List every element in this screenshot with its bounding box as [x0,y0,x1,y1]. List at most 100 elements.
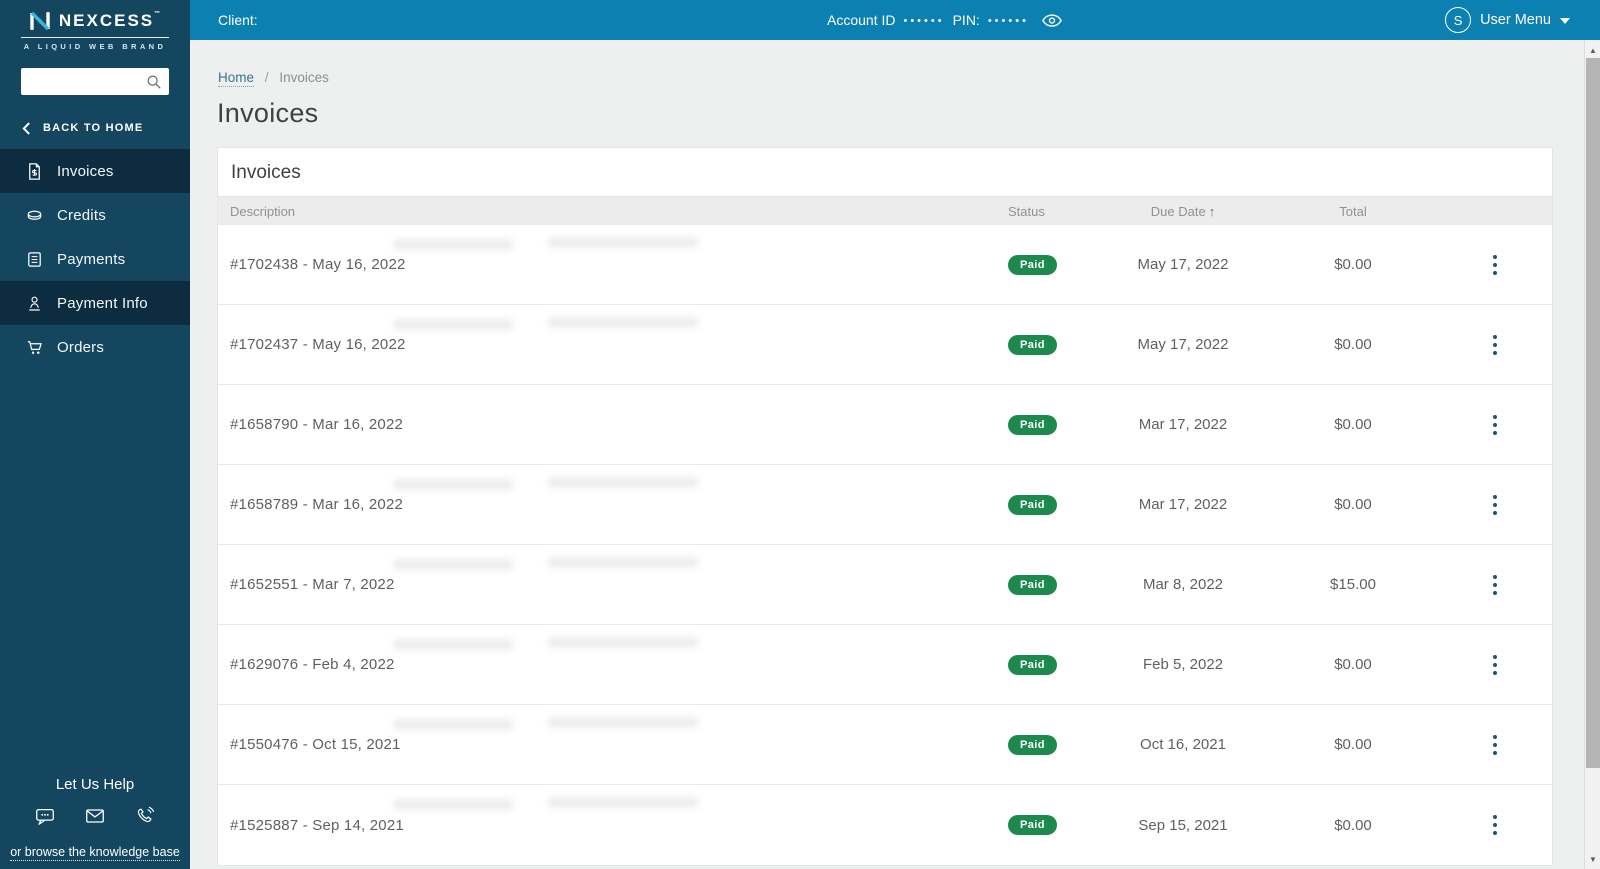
row-actions-kebab-icon[interactable] [1483,649,1507,681]
table-row[interactable]: #1702437 - May 16, 2022 Paid May 17, 202… [218,305,1552,385]
help-block: Let Us Help or browse the knowledge base [0,776,190,861]
search-input[interactable] [21,74,145,89]
column-header-description[interactable]: Description [218,204,1008,219]
invoice-description: #1652551 - Mar 7, 2022 [230,576,395,593]
invoice-due-date: Oct 16, 2021 [1140,736,1226,753]
redacted-blur [548,717,698,728]
table-row[interactable]: #1550476 - Oct 15, 2021 Paid Oct 16, 202… [218,705,1552,785]
user-menu[interactable]: S User Menu [1445,0,1570,40]
invoice-status-cell: Paid [1008,574,1098,595]
search-icon[interactable] [145,73,163,91]
table-row[interactable]: #1629076 - Feb 4, 2022 Paid Feb 5, 2022 … [218,625,1552,705]
column-header-total[interactable]: Total [1268,204,1438,219]
sidebar-item-orders[interactable]: Orders [0,325,190,369]
invoice-status-cell: Paid [1008,734,1098,755]
invoice-due-date: Mar 8, 2022 [1142,576,1224,593]
sidebar-item-payment-info[interactable]: Payment Info [0,281,190,325]
status-badge: Paid [1008,654,1057,675]
row-actions-kebab-icon[interactable] [1483,809,1507,841]
table-row[interactable]: #1658789 - Mar 16, 2022 Paid Mar 17, 202… [218,465,1552,545]
row-actions-kebab-icon[interactable] [1483,729,1507,761]
redacted-blur [548,557,698,568]
credits-icon [25,206,44,225]
table-row[interactable]: #1702438 - May 16, 2022 Paid May 17, 202… [218,225,1552,305]
redacted-blur [393,639,513,650]
redacted-blur [548,237,698,248]
invoice-description: #1658790 - Mar 16, 2022 [230,416,404,433]
mail-icon[interactable] [84,805,106,827]
breadcrumb-separator: / [264,70,269,85]
invoice-description: #1658789 - Mar 16, 2022 [230,496,404,513]
payments-icon [25,250,44,269]
sort-ascending-icon: ↑ [1208,203,1216,219]
brand-tagline: A LIQUID WEB BRAND [23,42,167,51]
phone-icon[interactable] [134,805,156,827]
invoice-due-date: Feb 5, 2022 [1142,656,1224,673]
invoice-status-cell: Paid [1008,654,1098,675]
invoice-description: #1702437 - May 16, 2022 [230,336,406,353]
user-menu-label: User Menu [1480,12,1551,28]
invoice-total: $0.00 [1334,256,1372,273]
invoice-due-date: Mar 17, 2022 [1138,496,1228,513]
help-title: Let Us Help [55,776,135,793]
redacted-blur [393,719,513,730]
account-id-label: Account ID [827,12,896,28]
row-actions-kebab-icon[interactable] [1483,329,1507,361]
invoice-due-date: Sep 15, 2021 [1138,816,1228,834]
redacted-blur [548,317,698,328]
chat-icon[interactable] [34,805,56,827]
scrollbar-thumb[interactable] [1586,58,1600,768]
invoice-status-cell: Paid [1008,254,1098,275]
invoice-description: #1702438 - May 16, 2022 [230,256,406,273]
status-badge: Paid [1008,254,1057,275]
table-row[interactable]: #1652551 - Mar 7, 2022 Paid Mar 8, 2022 … [218,545,1552,625]
sidebar: NEXCESS™ A LIQUID WEB BRAND BACK TO HOME… [0,0,190,869]
column-header-due-date[interactable]: Due Date ↑ [1098,204,1268,219]
table-row[interactable]: #1658790 - Mar 16, 2022 Paid Mar 17, 202… [218,385,1552,465]
status-badge: Paid [1008,734,1057,755]
chevron-down-icon [1560,18,1570,24]
card-title: Invoices [231,162,301,183]
table-header: Description Status Due Date ↑ Total [218,196,1552,225]
breadcrumb: Home / Invoices [218,70,329,87]
redacted-blur [393,479,513,490]
row-actions-kebab-icon[interactable] [1483,249,1507,281]
invoice-total: $0.00 [1334,816,1372,834]
avatar: S [1445,7,1472,33]
row-actions-kebab-icon[interactable] [1483,409,1507,441]
vertical-scrollbar[interactable]: ▲ ▼ [1584,40,1600,869]
status-badge: Paid [1008,334,1057,355]
scroll-up-arrow-icon[interactable]: ▲ [1585,42,1600,58]
sidebar-item-payments[interactable]: Payments [0,237,190,281]
brand-name: NEXCESS™ [58,11,163,30]
invoice-status-cell: Paid [1008,334,1098,355]
orders-icon [25,338,44,357]
invoice-status-cell: Paid [1008,494,1098,515]
status-badge: Paid [1008,815,1057,835]
payment-info-icon [25,294,44,313]
row-actions-kebab-icon[interactable] [1483,489,1507,521]
invoice-total: $15.00 [1330,576,1376,593]
sidebar-item-credits[interactable]: Credits [0,193,190,237]
status-badge: Paid [1008,494,1057,515]
eye-icon[interactable] [1041,13,1063,28]
pin-mask: •••••• [987,15,1029,27]
table-row[interactable]: #1525887 - Sep 14, 2021 Paid Sep 15, 202… [218,785,1552,865]
nexcess-logo[interactable]: NEXCESS™ A LIQUID WEB BRAND [0,0,190,51]
pin-label: PIN: [952,12,980,28]
row-actions-kebab-icon[interactable] [1483,569,1507,601]
invoice-status-cell: Paid [1008,815,1098,835]
back-to-home-link[interactable]: BACK TO HOME [0,107,190,149]
scroll-down-arrow-icon[interactable]: ▼ [1585,851,1600,867]
knowledge-base-link[interactable]: or browse the knowledge base [10,845,180,861]
invoice-total: $0.00 [1334,496,1372,513]
column-header-status[interactable]: Status [1008,204,1098,219]
sidebar-item-invoices[interactable]: Invoices [0,149,190,193]
sidebar-search [21,68,169,95]
status-badge: Paid [1008,414,1057,435]
redacted-blur [393,559,513,570]
breadcrumb-home-link[interactable]: Home [218,70,255,87]
topbar: Client: Account ID •••••• PIN: •••••• S … [190,0,1600,40]
redacted-blur [548,637,698,648]
invoice-due-date: May 17, 2022 [1137,336,1229,353]
